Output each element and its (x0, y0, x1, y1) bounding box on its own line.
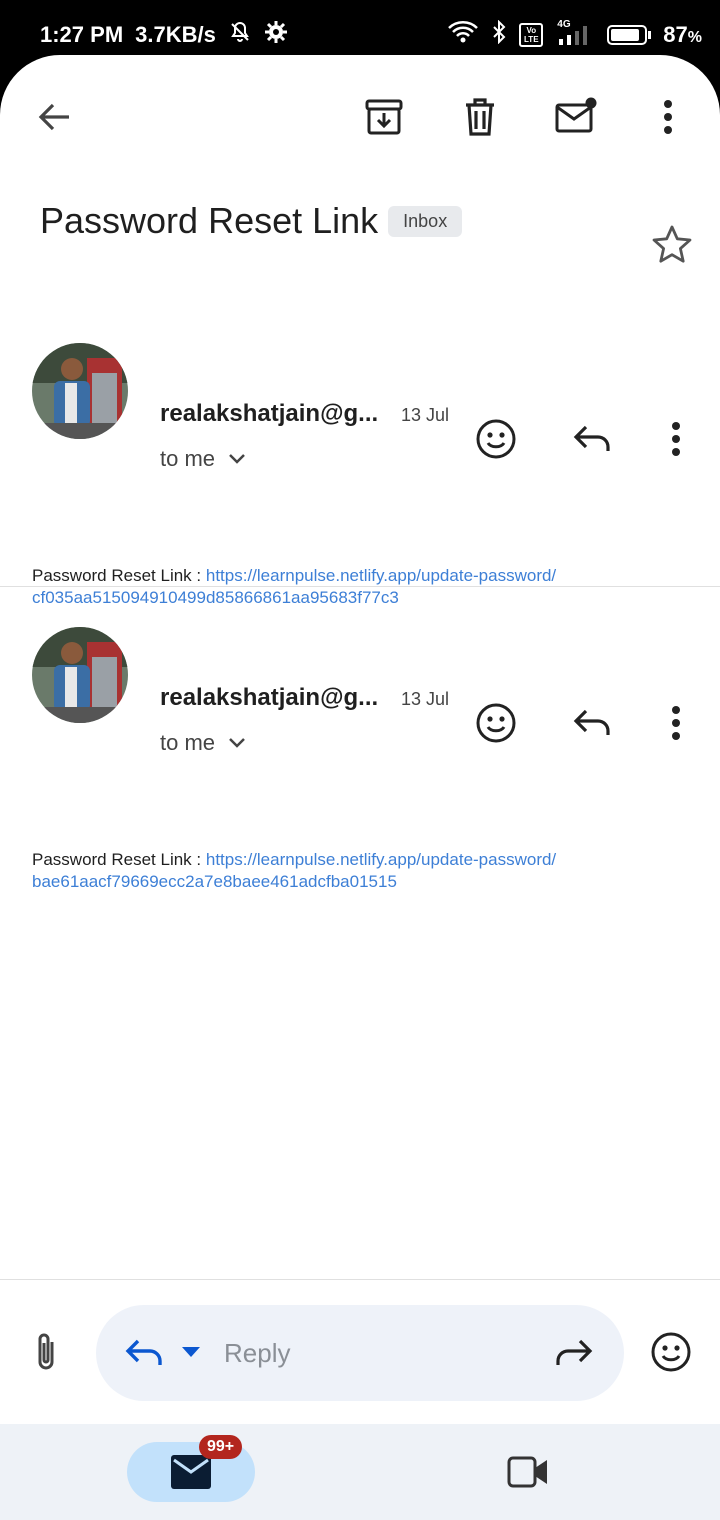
unread-count-badge: 99+ (199, 1435, 243, 1459)
forward-icon[interactable] (554, 1337, 594, 1374)
message-item[interactable]: realakshatjain@g... 13 Jul to me Passwor… (0, 300, 720, 607)
bottom-nav: 99+ (0, 1424, 720, 1520)
avatar[interactable] (32, 627, 128, 723)
message-date: 13 Jul (401, 689, 450, 709)
reply-input[interactable]: Reply (96, 1305, 624, 1401)
message-date: 13 Jul (401, 405, 450, 425)
reply-icon[interactable] (568, 699, 616, 747)
reply-icon[interactable] (568, 415, 616, 463)
attachment-icon[interactable] (28, 1330, 64, 1374)
settings-gear-icon (264, 20, 288, 50)
back-arrow-icon[interactable] (31, 93, 79, 141)
chevron-down-icon (227, 730, 247, 756)
emoji-icon[interactable] (650, 1331, 692, 1378)
sender-name: realakshatjain@g... (160, 400, 379, 427)
email-screen: Password Reset Link Inbox realakshatjain… (0, 55, 720, 1520)
star-icon[interactable] (650, 223, 694, 267)
message-more-vert-icon[interactable] (652, 699, 700, 747)
reply-bar: Reply (0, 1279, 720, 1424)
reply-mode-dropdown-icon[interactable] (180, 1345, 202, 1364)
add-reaction-icon[interactable] (472, 415, 520, 463)
archive-icon[interactable] (360, 93, 408, 141)
message-more-vert-icon[interactable] (652, 415, 700, 463)
battery-icon (607, 25, 652, 45)
chevron-down-icon (227, 446, 247, 472)
inbox-label-chip[interactable]: Inbox (388, 205, 463, 237)
trash-icon[interactable] (456, 93, 504, 141)
meet-video-tab-icon[interactable] (506, 1454, 550, 1495)
subject-row: Password Reset Link Inbox (40, 200, 463, 242)
battery-percentage: 87% (663, 22, 702, 47)
mail-unread-icon[interactable] (552, 93, 600, 141)
recipient-label: to me (160, 446, 216, 471)
recipient-details-toggle[interactable]: to me (160, 446, 247, 472)
body-label: Password Reset Link : (32, 850, 202, 869)
cellular-signal-icon: 4G (555, 19, 595, 47)
status-speed: 3.7KB/s (135, 22, 216, 47)
body-label: Password Reset Link : (32, 566, 202, 585)
wifi-icon (447, 20, 479, 50)
mail-icon (171, 1455, 211, 1494)
message-item[interactable]: realakshatjain@g... 13 Jul to me Passwor… (0, 584, 720, 891)
reply-placeholder[interactable]: Reply (224, 1338, 290, 1369)
notifications-off-icon (228, 20, 252, 50)
avatar[interactable] (32, 343, 128, 439)
add-reaction-icon[interactable] (472, 699, 520, 747)
status-time: 1:27 PM (40, 22, 124, 47)
recipient-details-toggle[interactable]: to me (160, 730, 247, 756)
bluetooth-icon (491, 19, 507, 50)
reply-mode-icon[interactable] (124, 1337, 164, 1374)
recipient-label: to me (160, 730, 216, 755)
sender-name: realakshatjain@g... (160, 684, 379, 711)
more-vert-icon[interactable] (644, 93, 692, 141)
top-toolbar (0, 55, 720, 185)
email-subject: Password Reset Link (40, 200, 379, 241)
volte-icon: Vo LTE (519, 23, 544, 47)
message-body: Password Reset Link : https://learnpulse… (32, 849, 672, 893)
